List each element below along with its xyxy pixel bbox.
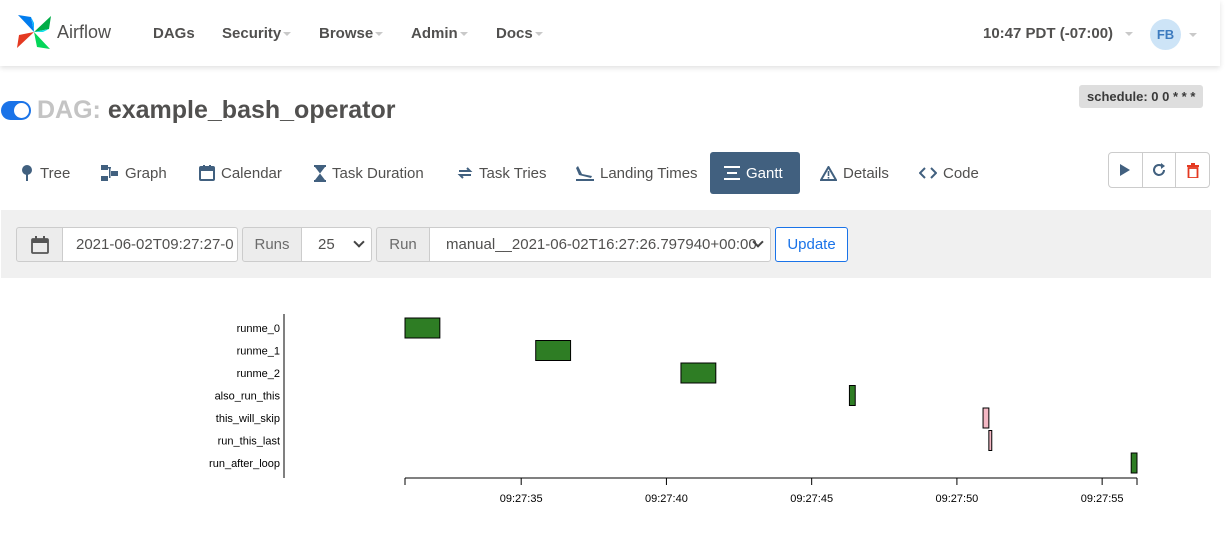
- refresh-icon: [1153, 163, 1165, 176]
- gantt-icon: [724, 166, 740, 180]
- clock-label: 10:47 PDT (-07:00): [983, 25, 1114, 42]
- caret-down-icon: [534, 32, 543, 37]
- tab-gantt[interactable]: Gantt: [710, 152, 800, 194]
- task-label-run-after-loop: run_after_loop: [209, 458, 280, 470]
- x-tick-label: 09:27:40: [645, 493, 688, 505]
- run-select[interactable]: manual__2021-06-02T16:27:26.797940+00:00: [429, 227, 771, 262]
- retry-icon: [457, 167, 473, 179]
- runs-label: Runs: [242, 227, 302, 262]
- x-tick-label: 09:27:35: [500, 493, 543, 505]
- code-icon: [919, 167, 937, 179]
- task-label-run-this-last: run_this_last: [218, 436, 280, 448]
- play-icon: [1120, 164, 1131, 176]
- airflow-logo[interactable]: Airflow: [15, 13, 111, 51]
- tab-task-duration-label: Task Duration: [332, 164, 424, 182]
- tab-tree-label: Tree: [40, 164, 71, 182]
- task-labels: runme_0 runme_1 runme_2 also_run_this this_w…: [209, 323, 280, 470]
- run-label: Run: [376, 227, 430, 262]
- toggle-knob: [14, 103, 29, 118]
- task-bar-runme-2[interactable]: [680, 362, 717, 384]
- time-ticks: 09:27:35 09:27:40 09:27:45 09:27:50 09:27:55: [404, 478, 1138, 505]
- navbar: Airflow DAGs Security Browse Admin Docs …: [0, 0, 1220, 66]
- calendar-icon: [199, 165, 215, 181]
- tab-calendar-label: Calendar: [221, 164, 282, 182]
- gantt-filter-bar: 2021-06-02T09:27:27-0 Runs 25 Run manual…: [1, 210, 1211, 278]
- tab-task-tries[interactable]: Task Tries: [443, 152, 561, 194]
- nav-docs-label: Docs: [496, 25, 533, 42]
- dag-name: example_bash_operator: [107, 96, 396, 124]
- task-bar-runme-0[interactable]: [404, 317, 441, 339]
- calendar-icon: [30, 235, 49, 254]
- task-bar-also-run-this[interactable]: [848, 385, 856, 406]
- task-label-runme-0: runme_0: [237, 323, 280, 335]
- nav-admin-label: Admin: [411, 25, 458, 42]
- task-bars: [404, 317, 1138, 474]
- nav-security[interactable]: Security: [222, 25, 292, 42]
- tab-gantt-label: Gantt: [746, 164, 783, 182]
- dag-pause-toggle[interactable]: [1, 101, 31, 120]
- page-title: DAG: example_bash_operator: [37, 96, 395, 125]
- dag-actions: [1108, 152, 1210, 188]
- tab-graph[interactable]: Graph: [87, 152, 181, 194]
- caret-down-icon: [375, 32, 384, 37]
- brand-name: Airflow: [57, 21, 112, 42]
- date-picker-button[interactable]: [16, 227, 63, 262]
- hourglass-icon: [314, 164, 326, 182]
- caret-down-icon: [1189, 33, 1197, 37]
- task-bar-run-this-last[interactable]: [988, 430, 993, 451]
- tab-landing-times-label: Landing Times: [600, 164, 698, 182]
- task-label-also-run-this: also_run_this: [215, 391, 281, 403]
- task-label-runme-2: runme_2: [237, 368, 280, 380]
- tab-task-tries-label: Task Tries: [479, 164, 547, 182]
- task-bar-runme-1[interactable]: [535, 340, 572, 361]
- user-avatar[interactable]: FB: [1150, 19, 1181, 50]
- x-tick-label: 09:27:45: [790, 493, 833, 505]
- pinwheel-icon: [17, 15, 51, 49]
- tab-code[interactable]: Code: [905, 152, 993, 194]
- trigger-dag-button[interactable]: [1109, 153, 1143, 187]
- chevron-down-icon: [353, 236, 365, 248]
- nav-docs[interactable]: Docs: [496, 25, 543, 42]
- caret-down-icon: [1125, 32, 1134, 37]
- num-runs-value: 25: [318, 236, 335, 253]
- task-bar-this-will-skip[interactable]: [982, 407, 990, 429]
- task-label-this-will-skip: this_will_skip: [216, 413, 280, 425]
- gantt-chart: runme_0 runme_1 runme_2 also_run_this this_w…: [209, 314, 1138, 505]
- tab-landing-times[interactable]: Landing Times: [562, 152, 712, 194]
- run-select-value: manual__2021-06-02T16:27:26.797940+00:00: [446, 236, 757, 253]
- tab-calendar[interactable]: Calendar: [185, 152, 296, 194]
- x-tick-label: 09:27:50: [935, 493, 978, 505]
- tab-code-label: Code: [943, 164, 979, 182]
- nav-browse[interactable]: Browse: [319, 25, 384, 42]
- schedule-badge: schedule: 0 0 * * *: [1079, 85, 1204, 108]
- num-runs-select[interactable]: 25: [301, 227, 372, 262]
- dag-prefix: DAG:: [37, 96, 101, 124]
- caret-down-icon: [283, 32, 292, 37]
- nav-dags[interactable]: DAGs: [153, 25, 195, 42]
- tree-icon: [22, 165, 32, 181]
- tab-details[interactable]: Details: [806, 152, 903, 194]
- warning-icon: [820, 165, 837, 181]
- tab-graph-label: Graph: [125, 164, 167, 182]
- tab-details-label: Details: [843, 164, 889, 182]
- plane-landing-icon: [576, 166, 594, 181]
- update-button[interactable]: Update: [775, 227, 848, 262]
- caret-down-icon: [459, 32, 468, 37]
- x-tick-label: 09:27:55: [1081, 493, 1124, 505]
- timezone-clock[interactable]: 10:47 PDT (-07:00): [983, 25, 1134, 42]
- trash-icon: [1186, 162, 1199, 178]
- nav-security-label: Security: [222, 25, 282, 42]
- tab-tree[interactable]: Tree: [6, 152, 84, 194]
- graph-icon: [101, 165, 118, 181]
- refresh-button[interactable]: [1143, 153, 1177, 187]
- base-date-input[interactable]: 2021-06-02T09:27:27-0: [62, 227, 238, 262]
- delete-dag-button[interactable]: [1176, 153, 1209, 187]
- task-bar-run-after-loop[interactable]: [1130, 452, 1138, 474]
- nav-browse-label: Browse: [319, 25, 374, 42]
- task-label-runme-1: runme_1: [237, 346, 280, 358]
- tab-task-duration[interactable]: Task Duration: [300, 152, 438, 194]
- nav-admin[interactable]: Admin: [411, 25, 468, 42]
